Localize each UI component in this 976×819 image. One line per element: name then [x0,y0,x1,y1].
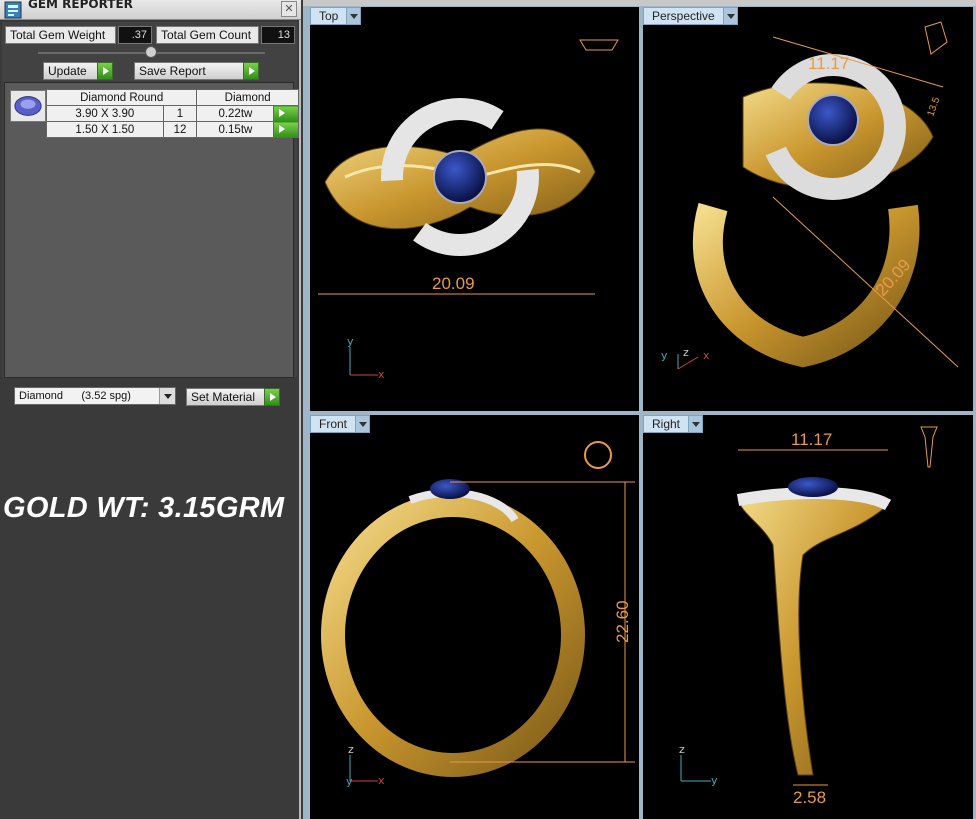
divider-handle[interactable] [145,46,157,58]
row-go-button[interactable] [273,121,299,138]
gem-reporter-panel: GEM REPORTER ✕ Total Gem Weight .37 Tota… [0,0,301,819]
dimension-width: 11.17 [808,54,849,73]
dimension-width: 20.09 [432,274,475,293]
axis-x-label: x [378,368,385,381]
play-arrow-icon [97,62,113,80]
save-report-button[interactable]: Save Report [134,62,259,80]
update-button[interactable]: Update [43,62,113,80]
axis-z-label: z [348,743,354,756]
gem-table-header: Diamond Round Diamond [45,89,299,106]
ring-preview-icon [924,21,948,55]
viewport-label-top[interactable]: Top [310,7,362,25]
material-select-value: Diamond (3.52 spg) [19,390,131,402]
set-material-button[interactable]: Set Material [186,388,280,406]
chevron-down-icon [346,8,361,24]
column-header-shape: Diamond Round [45,89,198,106]
viewport-label-text: Right [652,417,681,431]
app-window: GEM REPORTER ✕ Total Gem Weight .37 Tota… [0,0,976,819]
viewport-label-front[interactable]: Front [310,415,371,433]
viewport-perspective[interactable]: 11.17 20.09 13.5 y z x Perspective [643,7,973,411]
total-gem-count-label: Total Gem Count [156,26,259,44]
axis-y-label: y [347,335,354,348]
viewport-top[interactable]: 20.09 y x Top [310,7,639,411]
gem-count-cell: 12 [162,121,198,138]
viewport-front[interactable]: 22.60 z y x Front [310,415,639,819]
ring-preview-icon [579,39,619,51]
panel-title: GEM REPORTER [28,0,133,11]
viewport-label-text: Perspective [652,9,715,23]
play-arrow-icon [243,62,259,80]
save-report-button-label: Save Report [139,64,206,78]
play-arrow-icon [264,388,280,406]
dimension-height: 13.5 [925,96,942,118]
tab-strip[interactable] [303,0,976,6]
dimension-height: 22.60 [613,600,632,643]
chevron-down-icon [159,388,175,404]
axis-x-label: x [378,774,385,787]
chevron-down-icon [722,8,737,24]
gem-weight-cell: 0.22tw [196,105,275,122]
close-icon: ✕ [284,2,294,15]
total-gem-weight-label: Total Gem Weight [5,26,116,44]
dimension-width: 11.17 [791,430,832,449]
ring-front-render: 22.60 z y x [321,441,635,788]
gem-reporter-icon [4,1,22,19]
column-header-material: Diamond [196,89,299,106]
gem-weight-cell: 0.15tw [196,121,275,138]
total-gem-weight-value: .37 [118,26,152,44]
round-diamond-icon [10,90,46,122]
viewport-right[interactable]: 11.17 2.58 z y Right [643,415,973,819]
viewport-label-perspective[interactable]: Perspective [643,7,738,25]
viewport-label-right[interactable]: Right [643,415,704,433]
table-row[interactable]: 3.90 X 3.90 1 0.22tw [46,105,299,122]
ring-preview-icon [584,441,612,469]
gem-size-cell: 1.50 X 1.50 [46,121,164,138]
dimension-shank: 2.58 [793,788,826,807]
panel-titlebar: GEM REPORTER ✕ [0,0,301,20]
ring-perspective-render: 11.17 20.09 13.5 y z x [661,21,959,370]
chevron-down-icon [688,416,703,432]
axis-y-label: y [661,349,668,362]
viewport-label-text: Front [319,417,348,431]
close-button[interactable]: ✕ [281,1,297,17]
ring-preview-icon [920,426,938,468]
material-select[interactable]: Diamond (3.52 spg) [14,387,176,405]
axis-x-label: x [703,349,710,362]
ring-top-render: 20.09 y x [318,39,619,381]
chevron-down-icon [355,416,370,432]
set-material-button-label: Set Material [191,390,256,404]
viewport-label-text: Top [319,9,339,23]
update-button-label: Update [48,64,87,78]
table-row[interactable]: 1.50 X 1.50 12 0.15tw [46,121,299,138]
total-gem-count-value: 13 [261,26,295,44]
row-go-button[interactable] [273,105,299,122]
axis-z-label: z [683,346,689,359]
axis-z-label: z [679,743,685,756]
gem-table: Diamond Round Diamond 3.90 X 3.90 1 0.22… [45,89,299,138]
axis-y-label: y [711,774,718,787]
gem-count-cell: 1 [162,105,198,122]
gold-weight-caption: GOLD WT: 3.15GRM [3,492,285,524]
gem-size-cell: 3.90 X 3.90 [46,105,164,122]
ring-right-render: 11.17 2.58 z y [679,426,938,807]
axis-y-label: y [346,775,353,788]
